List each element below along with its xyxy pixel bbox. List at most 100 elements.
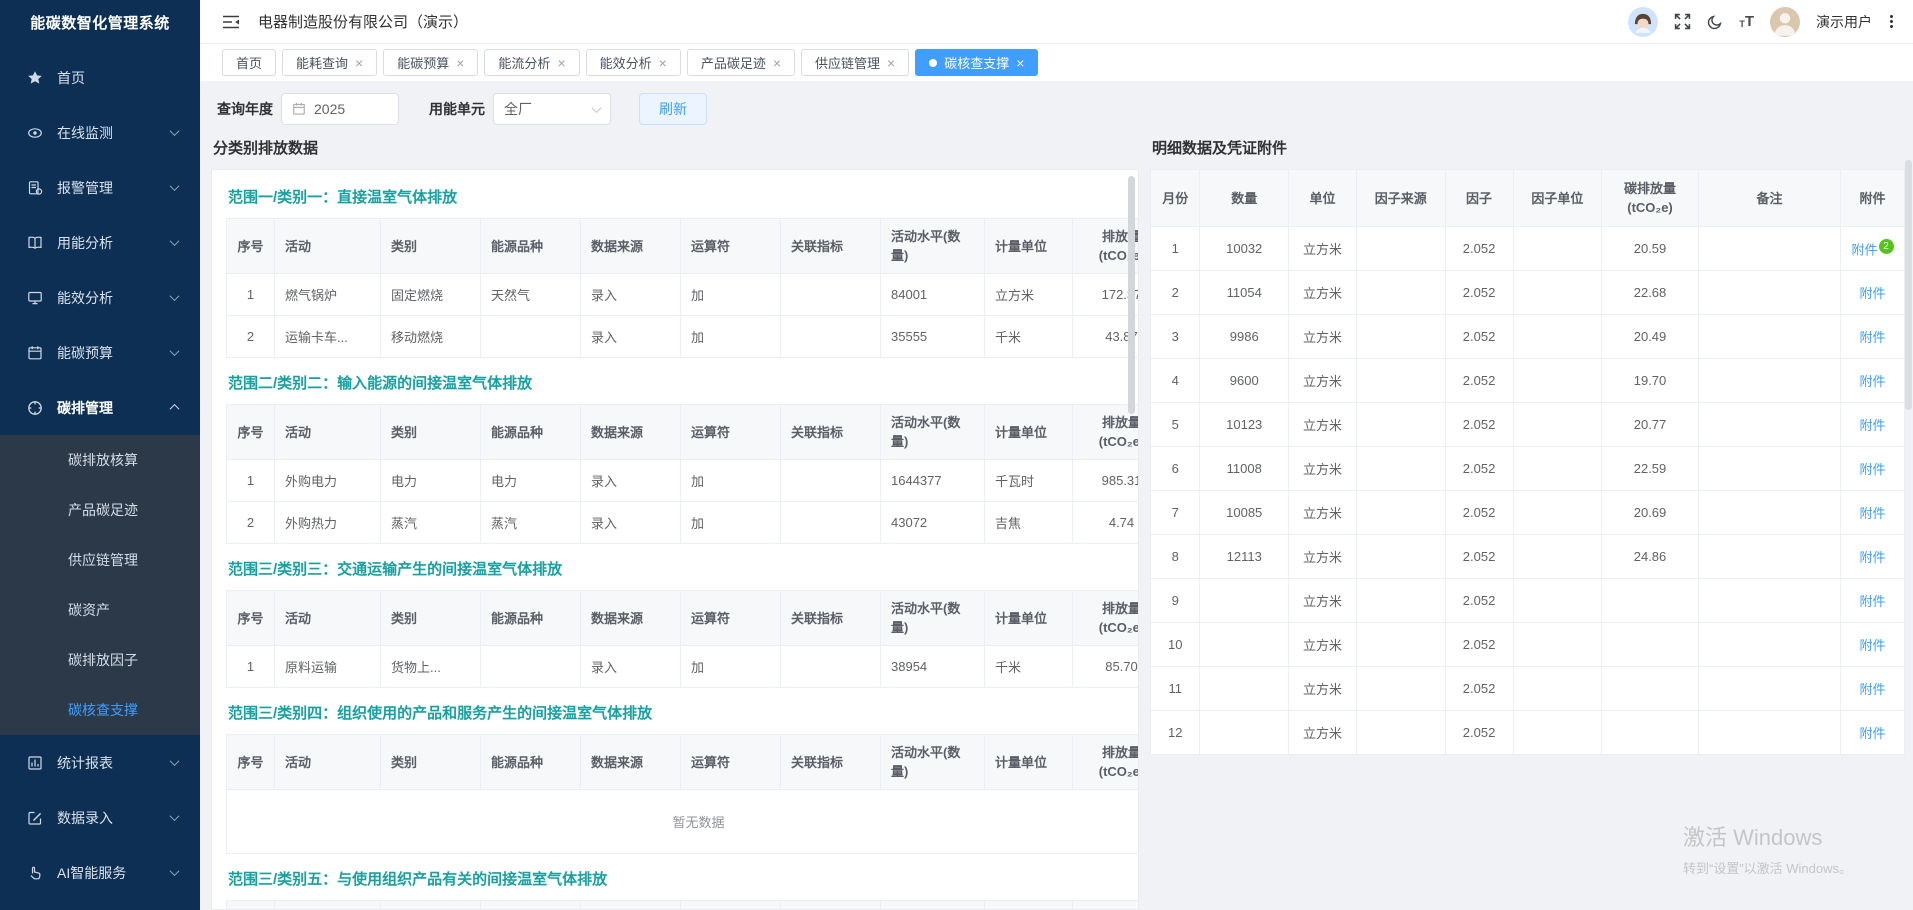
attachment-link[interactable]: 附件 xyxy=(1860,374,1886,389)
cell: 吉焦 xyxy=(985,502,1073,544)
cell: 12 xyxy=(1151,711,1200,755)
sidebar-item-online-monitor[interactable]: 在线监测 xyxy=(0,105,200,160)
cell xyxy=(481,316,581,358)
sidebar-item-home[interactable]: 首页 xyxy=(0,50,200,105)
column-header: 类别 xyxy=(381,591,481,646)
attachment-link[interactable]: 附件 xyxy=(1860,506,1886,521)
cell: 2.052 xyxy=(1445,667,1513,711)
sidebar-item-label: 用能分析 xyxy=(57,233,171,253)
tab-product-footprint[interactable]: 产品碳足迹× xyxy=(687,49,795,76)
left-panel-scrollbar[interactable] xyxy=(1128,176,1135,414)
year-date-input[interactable]: 2025 xyxy=(281,93,399,125)
tab-supply-chain[interactable]: 供应链管理× xyxy=(801,49,909,76)
attachment-link[interactable]: 附件 xyxy=(1852,242,1878,257)
cell: 蒸汽 xyxy=(381,502,481,544)
column-header: 关联指标 xyxy=(781,735,881,790)
sidebar-subitem-product-footprint[interactable]: 产品碳足迹 xyxy=(0,485,200,535)
cell xyxy=(1513,623,1602,667)
tab-close-icon[interactable]: × xyxy=(887,56,895,70)
section-title: 范围一/类别一：直接温室气体排放 xyxy=(228,186,1122,207)
sidebar-subitem-carbon-accounting[interactable]: 碳排放核算 xyxy=(0,435,200,485)
detail-row: 611008立方米2.05222.59附件 xyxy=(1151,447,1905,491)
sidebar-item-carbon-budget[interactable]: 能碳预算 xyxy=(0,325,200,380)
attachment-link[interactable]: 附件 xyxy=(1860,726,1886,741)
cell xyxy=(1356,711,1445,755)
cell: 35555 xyxy=(881,316,985,358)
column-header: 能源品种 xyxy=(481,219,581,274)
page-scrollbar[interactable] xyxy=(1905,160,1912,410)
fullscreen-icon[interactable] xyxy=(1674,13,1691,30)
column-header: 数据来源 xyxy=(581,405,681,460)
sidebar-subitem-emission-factor[interactable]: 碳排放因子 xyxy=(0,635,200,685)
cell: 加 xyxy=(681,502,781,544)
cell: 录入 xyxy=(581,316,681,358)
sidebar-subitem-label: 产品碳足迹 xyxy=(68,500,138,520)
user-name[interactable]: 演示用户 xyxy=(1816,12,1872,32)
sidebar-item-label: 能效分析 xyxy=(57,288,171,308)
app-window: 能碳数智化管理系统 首页在线监测报警管理用能分析能效分析能碳预算碳排管理碳排放核… xyxy=(0,0,1913,910)
sidebar: 能碳数智化管理系统 首页在线监测报警管理用能分析能效分析能碳预算碳排管理碳排放核… xyxy=(0,0,200,910)
user-avatar[interactable] xyxy=(1770,7,1800,37)
detail-row: 9立方米2.052附件 xyxy=(1151,579,1905,623)
cell: 录入 xyxy=(581,460,681,502)
attachment-link[interactable]: 附件 xyxy=(1860,418,1886,433)
tab-close-icon[interactable]: × xyxy=(1016,56,1024,70)
sidebar-item-ai-service[interactable]: AI智能服务 xyxy=(0,845,200,900)
column-header: 备注 xyxy=(1698,170,1840,227)
tab-energy-query[interactable]: 能耗查询× xyxy=(282,49,377,76)
attachment-link[interactable]: 附件 xyxy=(1860,638,1886,653)
energy-unit-select[interactable]: 全厂 xyxy=(493,93,611,125)
tab-close-icon[interactable]: × xyxy=(456,56,464,70)
empty-row: 暂无数据 xyxy=(227,790,1140,854)
sidebar-item-efficiency-analysis[interactable]: 能效分析 xyxy=(0,270,200,325)
tab-efficiency-analysis[interactable]: 能效分析× xyxy=(586,49,681,76)
font-size-icon[interactable]: TT xyxy=(1739,14,1754,29)
tab-close-icon[interactable]: × xyxy=(773,56,781,70)
unit-filter-label: 用能单元 xyxy=(429,99,485,119)
more-options-icon[interactable] xyxy=(1888,13,1895,30)
tab-close-icon[interactable]: × xyxy=(557,56,565,70)
sidebar-item-carbon-mgmt[interactable]: 碳排管理 xyxy=(0,380,200,435)
sidebar-item-data-entry[interactable]: 数据录入 xyxy=(0,790,200,845)
attachment-cell: 附件 xyxy=(1841,667,1905,711)
tab-close-icon[interactable]: × xyxy=(659,56,667,70)
sidebar-subitem-carbon-audit[interactable]: 碳核查支撑 xyxy=(0,685,200,735)
cell xyxy=(1356,447,1445,491)
attachment-cell: 附件 xyxy=(1841,403,1905,447)
column-header: 关联指标 xyxy=(781,405,881,460)
attachment-link[interactable]: 附件 xyxy=(1860,462,1886,477)
tab-carbon-audit[interactable]: 碳核查支撑× xyxy=(915,49,1038,76)
left-panel: 分类别排放数据 范围一/类别一：直接温室气体排放序号活动类别能源品种数据来源运算… xyxy=(211,127,1139,910)
column-header: 能源品种 xyxy=(481,591,581,646)
attachment-cell: 附件 xyxy=(1841,579,1905,623)
cell: 2.052 xyxy=(1445,227,1513,271)
attachment-link[interactable]: 附件 xyxy=(1860,330,1886,345)
attachment-cell: 附件 xyxy=(1841,359,1905,403)
refresh-button[interactable]: 刷新 xyxy=(639,93,707,125)
tab-carbon-budget[interactable]: 能碳预算× xyxy=(383,49,478,76)
cell: 立方米 xyxy=(1289,667,1357,711)
tab-energy-flow[interactable]: 能流分析× xyxy=(484,49,579,76)
cell: 立方米 xyxy=(1289,227,1357,271)
dark-mode-moon-icon[interactable] xyxy=(1707,14,1723,30)
sidebar-subitem-supply-chain[interactable]: 供应链管理 xyxy=(0,535,200,585)
chevron-down-icon xyxy=(170,181,180,191)
attachment-link[interactable]: 附件 xyxy=(1860,550,1886,565)
column-header: 关联指标 xyxy=(781,219,881,274)
cell xyxy=(1513,667,1602,711)
sidebar-item-stat-report[interactable]: 统计报表 xyxy=(0,735,200,790)
sidebar-subitem-carbon-asset[interactable]: 碳资产 xyxy=(0,585,200,635)
sidebar-item-energy-analysis[interactable]: 用能分析 xyxy=(0,215,200,270)
detail-row: 49600立方米2.05219.70附件 xyxy=(1151,359,1905,403)
tab-close-icon[interactable]: × xyxy=(355,56,363,70)
assistant-avatar[interactable] xyxy=(1628,7,1658,37)
attachment-link[interactable]: 附件 xyxy=(1860,594,1886,609)
collapse-menu-icon[interactable] xyxy=(222,15,240,29)
sidebar-item-alarm-mgmt[interactable]: 报警管理 xyxy=(0,160,200,215)
attachment-link[interactable]: 附件 xyxy=(1860,286,1886,301)
tab-home[interactable]: 首页 xyxy=(222,49,276,76)
chevron-down-icon xyxy=(170,346,180,356)
column-header: 活动水平(数量) xyxy=(881,735,985,790)
attachment-cell: 附件 xyxy=(1841,711,1905,755)
attachment-link[interactable]: 附件 xyxy=(1860,682,1886,697)
